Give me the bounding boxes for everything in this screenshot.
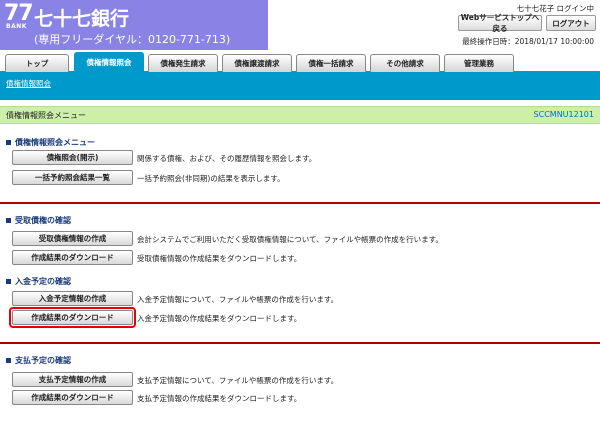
download-payment-results-button[interactable]: 作成結果のダウンロード bbox=[12, 390, 133, 405]
bank-name: 七十七銀行 bbox=[34, 8, 130, 30]
tab-claim-inquiry[interactable]: 債権情報照会 bbox=[74, 52, 144, 72]
bank-logo: 77 bbox=[4, 1, 34, 26]
brand-banner: 77 BANK 七十七銀行 (専用フリーダイヤル：0120-771-713) bbox=[0, 0, 268, 50]
highlight-frame bbox=[9, 307, 136, 328]
menu-description: 入金予定情報について、ファイルや帳票の作成を行います。 bbox=[137, 295, 339, 304]
tab-claim-issuance[interactable]: 債権発生請求 bbox=[148, 54, 218, 72]
phone-line: (専用フリーダイヤル：0120-771-713) bbox=[34, 33, 231, 46]
section-heading-text: 入金予定の確認 bbox=[15, 277, 71, 286]
download-receivable-results-button[interactable]: 作成結果のダウンロード bbox=[12, 250, 133, 265]
section-divider bbox=[0, 202, 600, 204]
section-heading-text: 支払予定の確認 bbox=[15, 356, 71, 365]
section-heading-text: 債権情報照会メニュー bbox=[15, 138, 95, 147]
page-title: 債権情報照会メニュー bbox=[6, 111, 86, 120]
last-operation-time: 最終操作日時：2018/01/17 10:00:00 bbox=[462, 37, 594, 46]
menu-description: 入金予定情報の作成結果をダウンロードします。 bbox=[137, 314, 302, 323]
logout-button[interactable]: ログアウト bbox=[546, 15, 596, 31]
bank-logo-sub: BANK bbox=[6, 23, 27, 30]
menu-description: 一括予約照会(非同期)の結果を表示します。 bbox=[137, 174, 285, 183]
menu-description: 関係する債権、および、その履歴情報を照会します。 bbox=[137, 154, 317, 163]
section-heading: 受取債権の確認 bbox=[6, 215, 71, 226]
portal-top-button[interactable]: Webサービストップへ戻る bbox=[458, 13, 542, 33]
screen-id: SCCMNU12101 bbox=[533, 110, 594, 119]
claim-inquiry-disclosure-button[interactable]: 債権照会(開示) bbox=[12, 150, 133, 165]
create-payment-schedule-button[interactable]: 支払予定情報の作成 bbox=[12, 372, 133, 387]
bullet-square-icon bbox=[6, 358, 11, 363]
menu-description: 支払予定情報の作成結果をダウンロードします。 bbox=[137, 394, 302, 403]
bullet-square-icon bbox=[6, 279, 11, 284]
create-deposit-schedule-button[interactable]: 入金予定情報の作成 bbox=[12, 291, 133, 306]
sub-navigation: 債権情報照会 bbox=[0, 74, 600, 100]
header: 77 BANK 七十七銀行 (専用フリーダイヤル：0120-771-713) 七… bbox=[0, 0, 600, 50]
section-heading-text: 受取債権の確認 bbox=[15, 216, 71, 225]
section-heading: 支払予定の確認 bbox=[6, 355, 71, 366]
tab-claim-bulk[interactable]: 債権一括請求 bbox=[296, 54, 366, 72]
create-receivable-info-button[interactable]: 受取債権情報の作成 bbox=[12, 231, 133, 246]
tab-other-requests[interactable]: その他請求 bbox=[370, 54, 440, 72]
bullet-square-icon bbox=[6, 218, 11, 223]
section-divider bbox=[0, 342, 600, 344]
bullet-square-icon bbox=[6, 140, 11, 145]
menu-description: 会計システムでご利用いただく受取債権情報について、ファイルや帳票の作成を行います… bbox=[137, 235, 443, 244]
section-heading: 債権情報照会メニュー bbox=[6, 137, 95, 148]
section-heading: 入金予定の確認 bbox=[6, 276, 71, 287]
main-tab-bar: トップ 債権情報照会 債権発生請求 債権譲渡請求 債権一括請求 その他請求 管理… bbox=[0, 50, 600, 74]
bulk-reservation-results-button[interactable]: 一括予約照会結果一覧 bbox=[12, 170, 133, 185]
menu-description: 受取債権情報の作成結果をダウンロードします。 bbox=[137, 254, 302, 263]
tab-claim-transfer[interactable]: 債権譲渡請求 bbox=[222, 54, 292, 72]
tab-admin[interactable]: 管理業務 bbox=[444, 54, 514, 72]
page-title-bar: 債権情報照会メニュー SCCMNU12101 bbox=[0, 106, 600, 124]
menu-description: 支払予定情報について、ファイルや帳票の作成を行います。 bbox=[137, 376, 339, 385]
tab-top[interactable]: トップ bbox=[5, 54, 69, 72]
subnav-link-claim-inquiry[interactable]: 債権情報照会 bbox=[6, 78, 51, 89]
